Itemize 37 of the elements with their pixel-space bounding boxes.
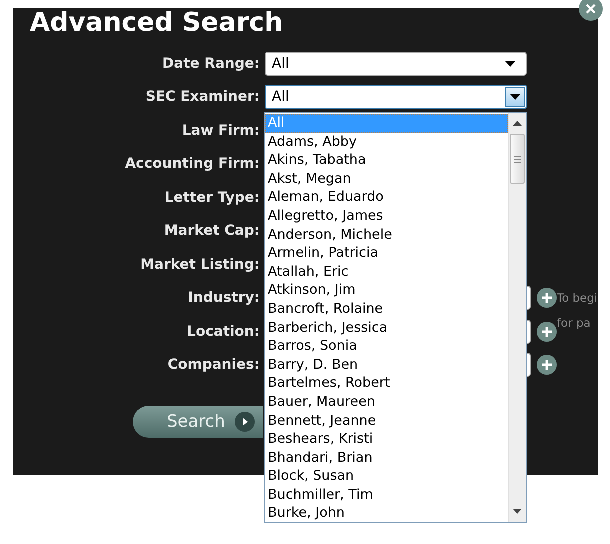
list-option[interactable]: Bennett, Jeanne (265, 412, 508, 430)
list-option[interactable]: Armelin, Patricia (265, 244, 508, 263)
list-option[interactable]: Burke, John (265, 504, 508, 524)
list-option[interactable]: Allegretto, James (265, 206, 508, 226)
list-option[interactable]: Adams, Abby (265, 132, 508, 152)
search-button[interactable]: Search (133, 406, 263, 438)
dialog-title: Advanced Search (30, 8, 284, 38)
list-option[interactable]: Barry, D. Ben (265, 356, 508, 374)
field-label: Companies: (166, 357, 261, 374)
list-option[interactable]: Akst, Megan (265, 170, 508, 188)
list-option[interactable]: Buchmiller, Tim (265, 486, 508, 504)
field-label: Law Firm: (181, 122, 261, 139)
dropdown-field[interactable]: All (265, 52, 527, 76)
list-option[interactable]: Barros, Sonia (265, 337, 508, 356)
list-option[interactable]: Beshears, Kristi (265, 430, 508, 449)
hint-text: for pa (557, 315, 592, 332)
hint-text: To begi (557, 290, 598, 307)
list-option[interactable]: Bancroft, Rolaine (265, 300, 508, 319)
field-label: Market Cap: (163, 223, 261, 240)
list-option[interactable]: Anderson, Michele (265, 226, 508, 244)
dropdown-field[interactable]: All (265, 85, 527, 110)
list-option[interactable]: Barberich, Jessica (265, 318, 508, 338)
field-label: Letter Type: (164, 190, 261, 206)
list-option[interactable]: Bhandari, Brian (265, 448, 508, 468)
field-label: SEC Examiner: (144, 89, 261, 106)
field-label: Industry: (187, 290, 261, 306)
field-label: Date Range: (162, 56, 261, 72)
list-option[interactable]: Bartelmes, Robert (265, 374, 508, 393)
list-option[interactable]: Bauer, Maureen (265, 392, 508, 412)
list-option[interactable]: Akins, Tabatha (265, 151, 508, 170)
field-label: Market Listing: (140, 256, 261, 273)
list-option[interactable]: Atkinson, Jim (265, 281, 508, 300)
field-label: Accounting Firm: (124, 156, 261, 172)
list-option[interactable]: Aleman, Eduardo (265, 188, 508, 207)
field-label: Location: (186, 324, 261, 340)
list-option[interactable]: Block, Susan (265, 467, 508, 486)
list-option[interactable]: Atallah, Eric (265, 262, 508, 282)
